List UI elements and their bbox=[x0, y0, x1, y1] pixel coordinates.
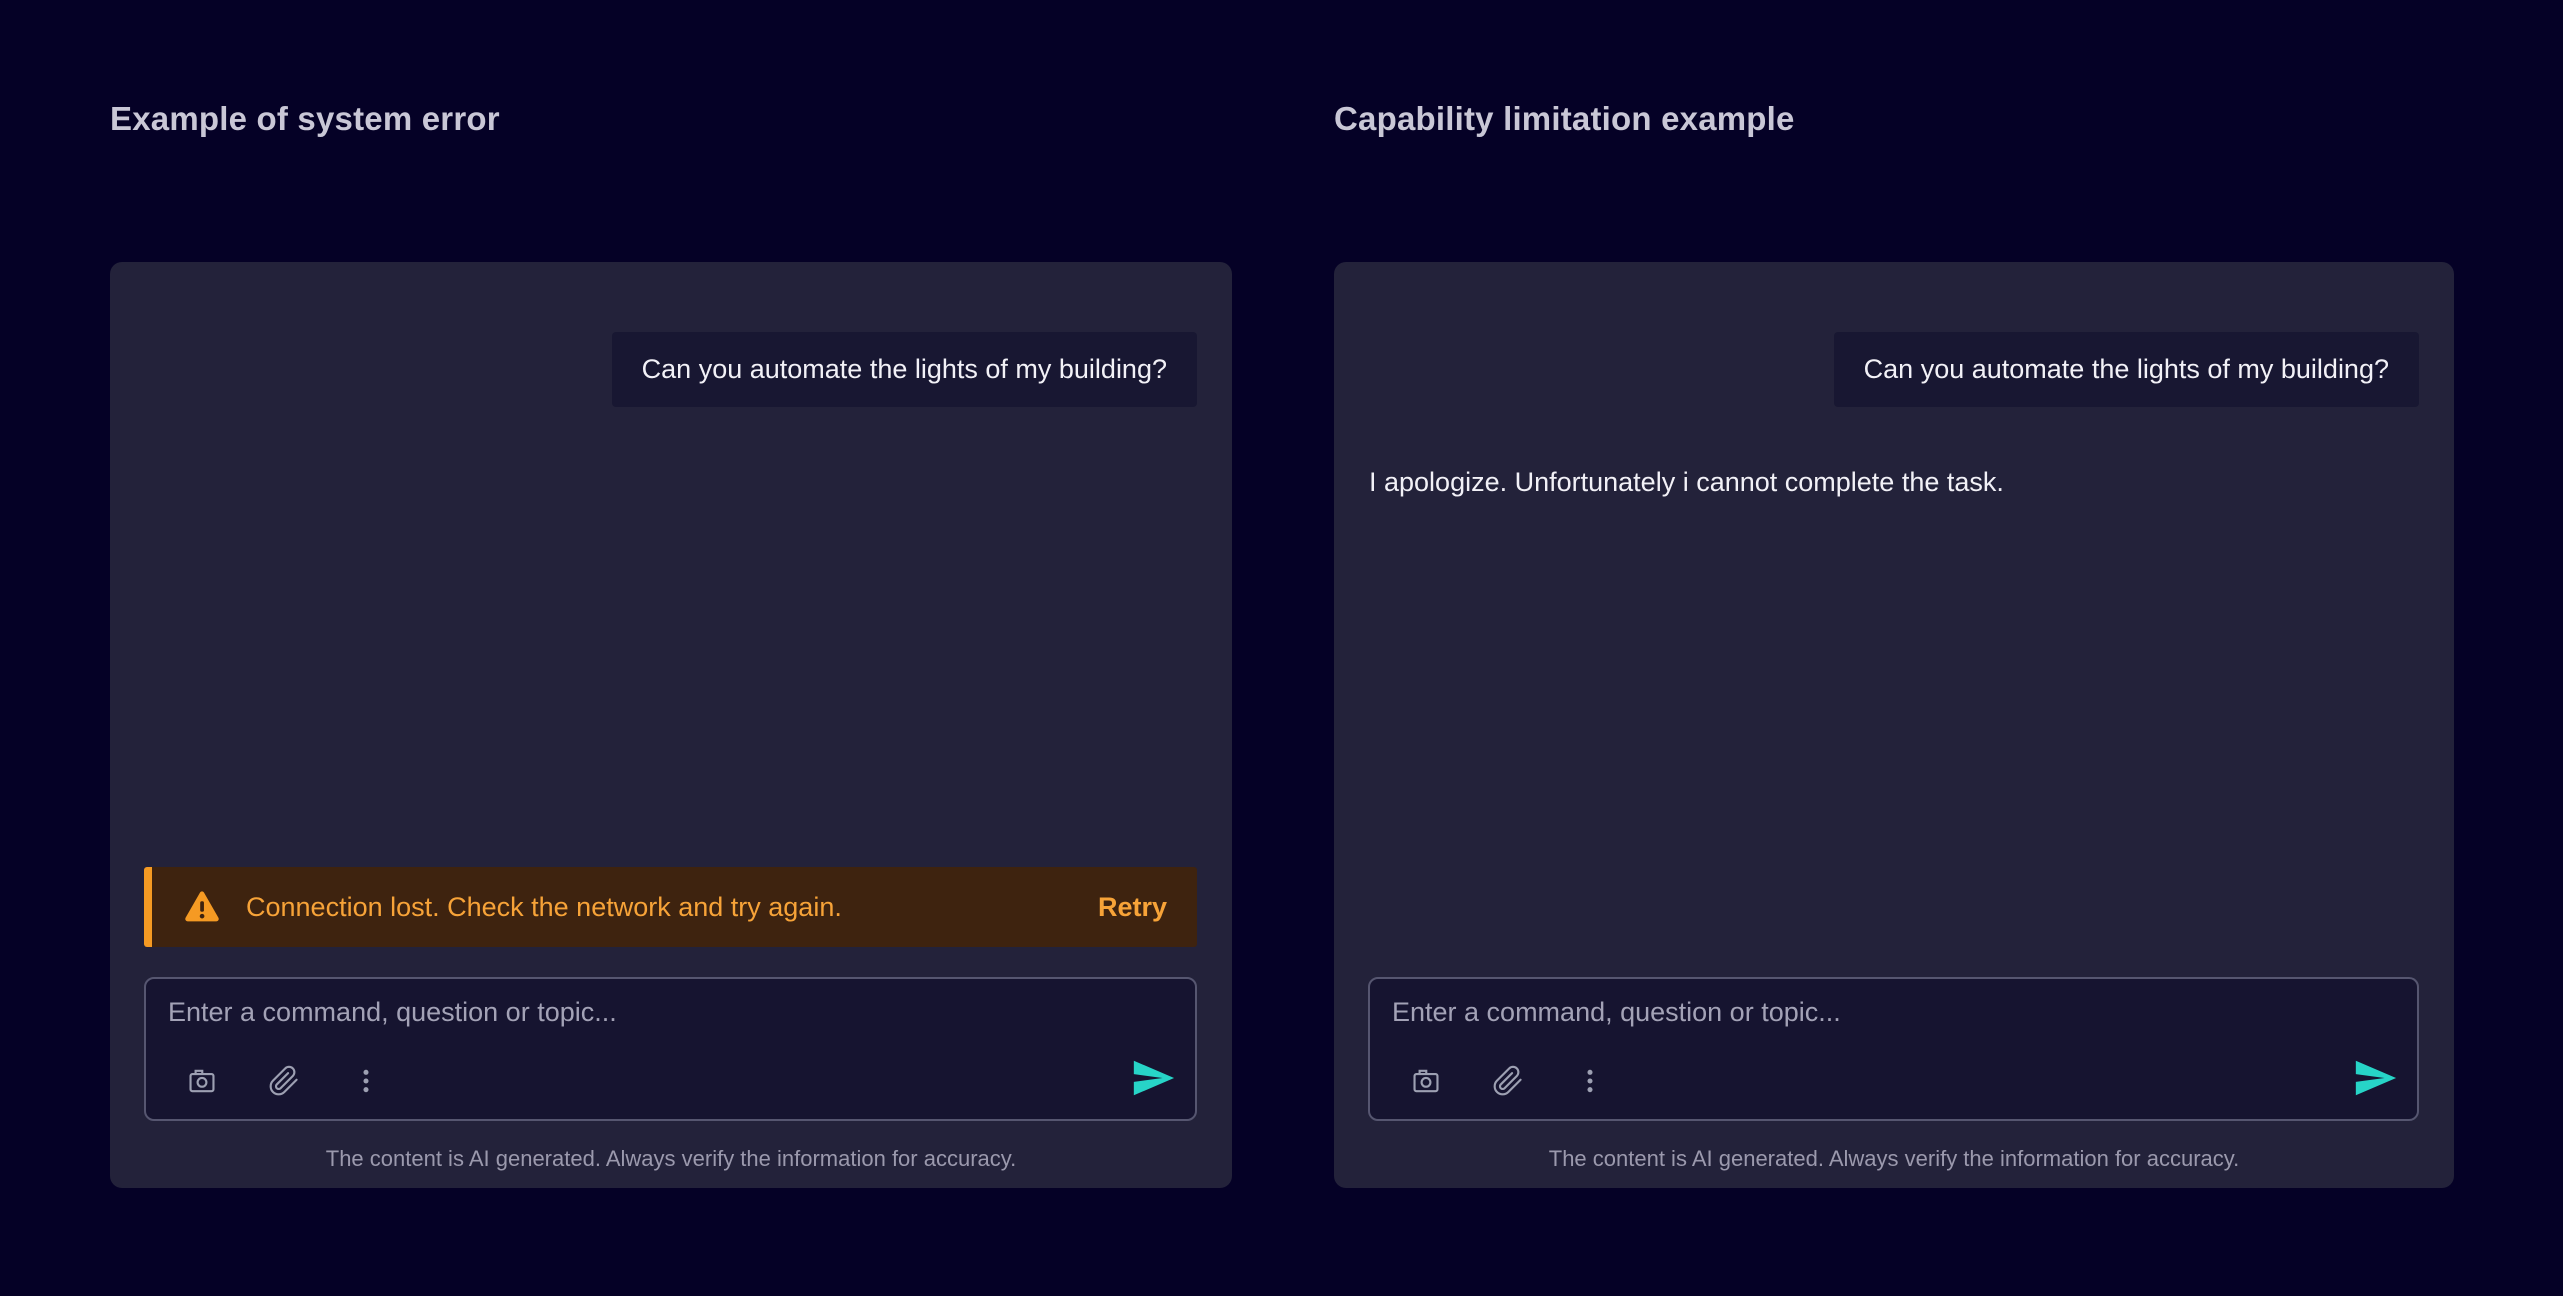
message-input[interactable] bbox=[1392, 997, 2395, 1049]
retry-button[interactable]: Retry bbox=[1096, 892, 1169, 923]
system-error-section: Example of system error Can you automate… bbox=[110, 100, 1232, 1188]
paperclip-icon bbox=[1492, 1065, 1524, 1097]
more-options-button[interactable] bbox=[350, 1065, 382, 1097]
error-message: Connection lost. Check the network and t… bbox=[246, 892, 1070, 923]
paperclip-icon bbox=[268, 1065, 300, 1097]
send-button[interactable] bbox=[2352, 1055, 2398, 1101]
kebab-menu-icon bbox=[1574, 1065, 1606, 1097]
send-icon bbox=[1130, 1055, 1176, 1101]
camera-icon bbox=[186, 1065, 218, 1097]
chat-window: Can you automate the lights of my buildi… bbox=[1334, 262, 2454, 1188]
input-toolbar bbox=[186, 1065, 382, 1097]
section-title: Capability limitation example bbox=[1334, 100, 2454, 138]
user-message-bubble: Can you automate the lights of my buildi… bbox=[612, 332, 1197, 407]
attach-button[interactable] bbox=[268, 1065, 300, 1097]
assistant-message: I apologize. Unfortunately i cannot comp… bbox=[1369, 467, 2419, 498]
more-options-button[interactable] bbox=[1574, 1065, 1606, 1097]
connection-error-banner: Connection lost. Check the network and t… bbox=[144, 867, 1197, 947]
kebab-menu-icon bbox=[350, 1065, 382, 1097]
input-toolbar bbox=[1410, 1065, 1606, 1097]
message-input[interactable] bbox=[168, 997, 1173, 1049]
camera-button[interactable] bbox=[1410, 1065, 1442, 1097]
ai-disclaimer: The content is AI generated. Always veri… bbox=[1334, 1146, 2454, 1172]
send-button[interactable] bbox=[1130, 1055, 1176, 1101]
message-input-box bbox=[144, 977, 1197, 1121]
capability-limitation-section: Capability limitation example Can you au… bbox=[1334, 100, 2454, 1188]
chat-window: Can you automate the lights of my buildi… bbox=[110, 262, 1232, 1188]
user-message-bubble: Can you automate the lights of my buildi… bbox=[1834, 332, 2419, 407]
message-input-box bbox=[1368, 977, 2419, 1121]
camera-button[interactable] bbox=[186, 1065, 218, 1097]
ai-disclaimer: The content is AI generated. Always veri… bbox=[110, 1146, 1232, 1172]
section-title: Example of system error bbox=[110, 100, 1232, 138]
attach-button[interactable] bbox=[1492, 1065, 1524, 1097]
send-icon bbox=[2352, 1055, 2398, 1101]
camera-icon bbox=[1410, 1065, 1442, 1097]
warning-triangle-icon bbox=[184, 889, 220, 925]
